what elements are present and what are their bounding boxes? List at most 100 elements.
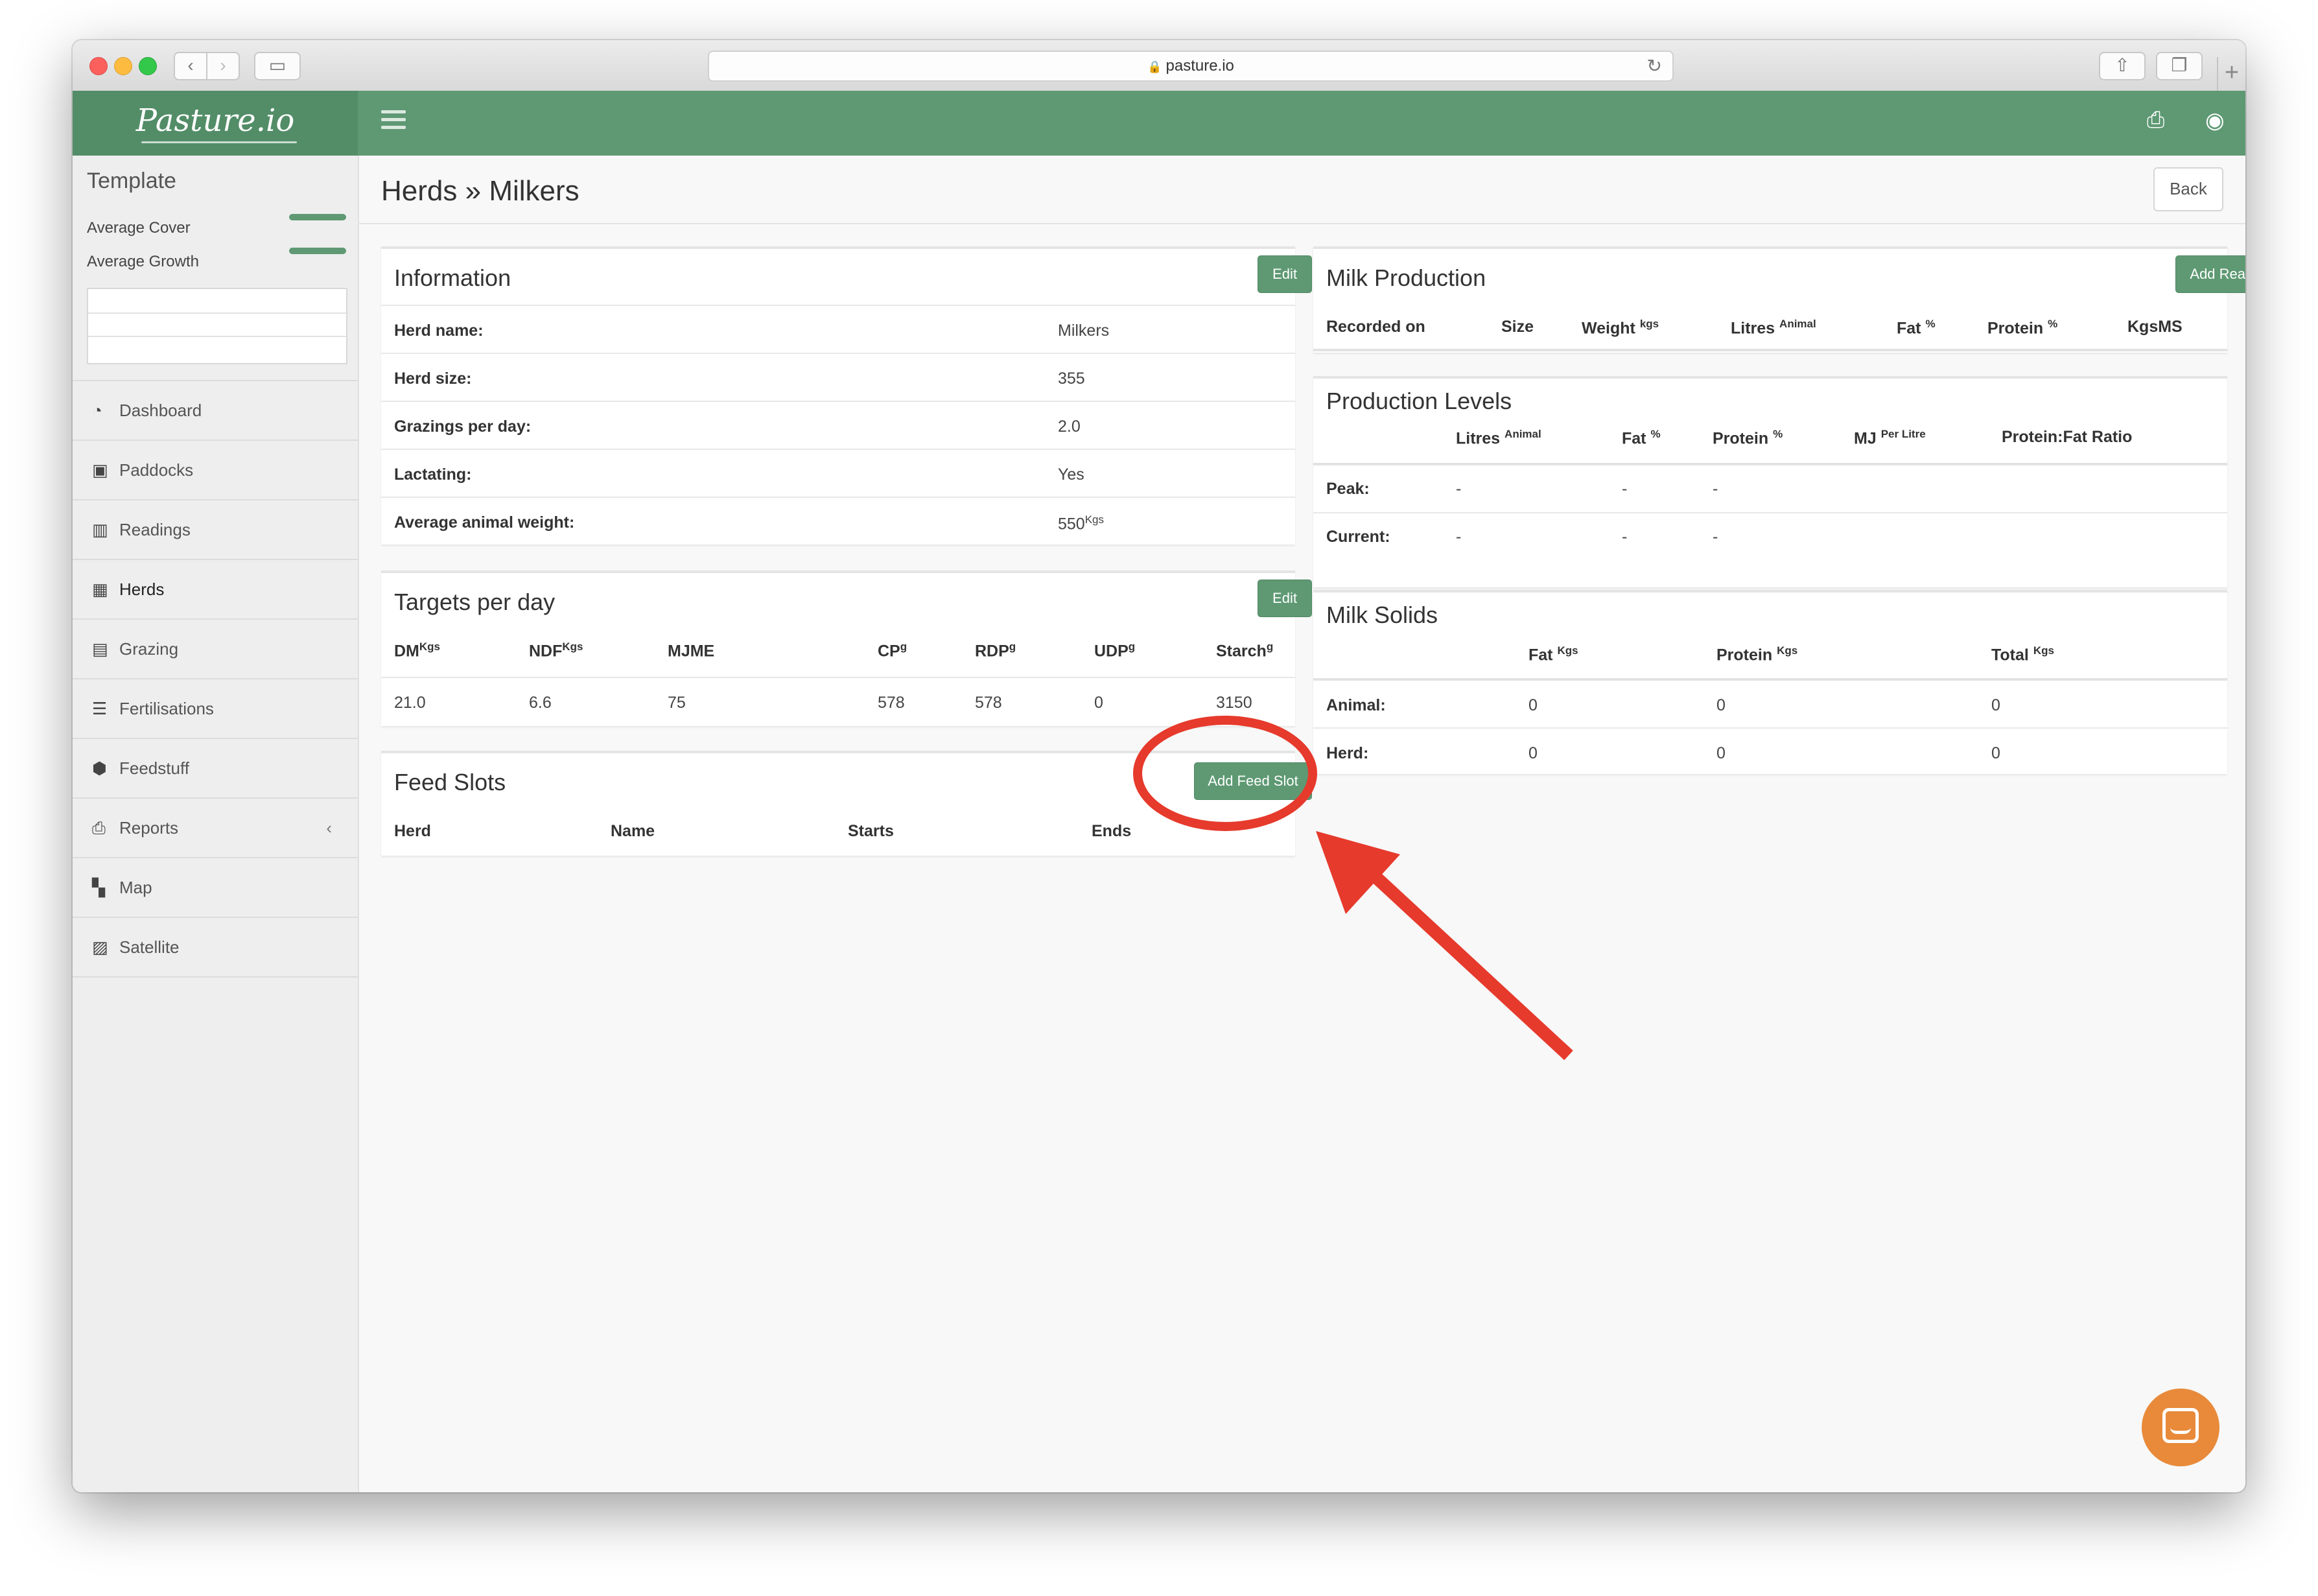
- header-name: Recorded on: [1326, 318, 1425, 336]
- target-value: 578: [878, 694, 905, 712]
- info-row: Average animal weight: 550Kgs: [381, 497, 1295, 546]
- chevron-left-icon: ‹: [326, 818, 332, 838]
- edit-information-button[interactable]: Edit: [1258, 255, 1312, 293]
- header-unit: Kgs: [562, 640, 583, 653]
- sidebar-item-satellite[interactable]: ▨ Satellite: [73, 918, 358, 978]
- brand-swoosh: [141, 141, 297, 143]
- header-name: Size: [1501, 318, 1534, 336]
- box-divider: [88, 336, 346, 337]
- pl-value: -: [1622, 528, 1628, 546]
- sidebar: Template Average Cover Average Growth ◔ …: [73, 156, 359, 1492]
- targets-header-starch: Starchg: [1216, 640, 1273, 661]
- header-name: KgsMS: [2127, 318, 2183, 336]
- header-unit: kgs: [1639, 318, 1659, 330]
- ms-value: 0: [1991, 696, 2000, 714]
- ms-row-label: Herd:: [1326, 744, 1369, 762]
- pl-row-current: Current: - - -: [1313, 512, 2227, 561]
- mp-header-litres: Litres Animal: [1731, 318, 1816, 338]
- sidebar-item-reports[interactable]: ⎙ Reports ‹: [73, 799, 358, 858]
- share-icon: ⇧: [2114, 55, 2130, 75]
- add-reading-button[interactable]: Add Reading: [2175, 255, 2245, 293]
- address-bar[interactable]: 🔒 pasture.io ↻: [708, 51, 1674, 82]
- box-divider: [88, 312, 346, 314]
- header-unit: %: [1650, 428, 1661, 440]
- sidebar-item-feedstuff[interactable]: ⬢ Feedstuff: [73, 739, 358, 799]
- sidebar-item-map[interactable]: ▚ Map: [73, 858, 358, 918]
- target-value: 21.0: [394, 694, 426, 712]
- info-value: 355: [1058, 370, 1085, 388]
- sidebar-item-dashboard[interactable]: ◔ Dashboard: [73, 381, 358, 441]
- header-name: Litres: [1731, 319, 1775, 338]
- header-unit: %: [2048, 318, 2058, 330]
- print-icon[interactable]: ⎙: [2147, 108, 2164, 133]
- user-icon[interactable]: ◉: [2205, 108, 2225, 134]
- pl-header-mj: MJ Per Litre: [1854, 428, 1926, 448]
- weight-value: 550: [1058, 515, 1085, 534]
- information-panel: Information Edit Herd name: Milkers Herd…: [381, 246, 1312, 546]
- pl-header-fat: Fat %: [1622, 428, 1661, 448]
- chat-widget-button[interactable]: [2142, 1389, 2219, 1466]
- info-label: Lactating:: [394, 465, 472, 484]
- sidebar-item-fertilisations[interactable]: ☰ Fertilisations: [73, 679, 358, 739]
- sidebar-item-label: Herds: [119, 580, 165, 599]
- milk-solids-panel: Milk Solids Fat Kgs Protein Kgs Total Kg…: [1313, 590, 2227, 774]
- average-growth-label: Average Growth: [87, 253, 199, 270]
- breadcrumb-herds[interactable]: Herds: [381, 175, 457, 207]
- back-button[interactable]: Back: [2153, 167, 2223, 211]
- brand-logo[interactable]: Pasture.io: [73, 91, 358, 156]
- info-label: Grazings per day:: [394, 417, 532, 436]
- brand-name: Pasture.io: [135, 102, 295, 139]
- mp-header-weight: Weight kgs: [1582, 318, 1659, 338]
- minimize-window-button[interactable]: [114, 57, 132, 75]
- header-name: Protein: [1987, 319, 2044, 338]
- mp-header-recorded: Recorded on: [1326, 318, 1425, 336]
- pl-row-label: Current:: [1326, 528, 1390, 546]
- zoom-window-button[interactable]: [139, 57, 157, 75]
- milk-production-title: Milk Production: [1326, 264, 1486, 291]
- target-value: 0: [1094, 694, 1103, 712]
- sidebar-item-grazing[interactable]: ▤ Grazing: [73, 620, 358, 679]
- header-unit: Per Litre: [1880, 428, 1926, 440]
- target-value: 75: [668, 694, 686, 712]
- sidebar-item-label: Fertilisations: [119, 699, 214, 718]
- menu-toggle-button[interactable]: [381, 110, 406, 134]
- share-button[interactable]: ⇧: [2099, 52, 2146, 80]
- header-name: Weight: [1582, 319, 1635, 338]
- url-text: pasture.io: [1165, 57, 1234, 75]
- reload-icon[interactable]: ↻: [1647, 52, 1662, 80]
- header-name: RDP: [975, 642, 1009, 661]
- header-name: Fat: [1622, 429, 1646, 448]
- list-icon: ☰: [92, 699, 108, 718]
- average-cover-label: Average Cover: [87, 219, 191, 237]
- highlight-circle: [1133, 716, 1317, 831]
- feed-header-ends: Ends: [1092, 822, 1132, 840]
- close-window-button[interactable]: [89, 57, 108, 75]
- mp-divider: [1313, 349, 2227, 355]
- page-header: Herds » Milkers: [358, 156, 2245, 224]
- info-label: Herd name:: [394, 322, 484, 340]
- template-title: Template: [87, 169, 176, 193]
- sidebar-item-paddocks[interactable]: ▣ Paddocks: [73, 441, 358, 500]
- sidebar-item-label: Paddocks: [119, 460, 194, 480]
- info-row: Herd name: Milkers: [381, 305, 1295, 354]
- header-name: Fat: [1528, 646, 1553, 664]
- header-unit: %: [1773, 428, 1783, 440]
- header-unit: g: [1266, 640, 1274, 653]
- pl-row-peak: Peak: - - -: [1313, 463, 2227, 513]
- cubes-icon: ⬢: [92, 758, 107, 778]
- sidebar-item-readings[interactable]: ▥ Readings: [73, 500, 358, 560]
- pl-value: -: [1622, 480, 1628, 498]
- browser-back-button[interactable]: ‹: [174, 52, 207, 80]
- production-levels-panel: Production Levels Litres Animal Fat % Pr…: [1313, 376, 2227, 587]
- new-tab-button[interactable]: +: [2217, 57, 2245, 91]
- tab-overview-button[interactable]: ❐: [2156, 52, 2203, 80]
- hamburger-icon: [381, 110, 406, 113]
- browser-sidebar-button[interactable]: ▭: [254, 52, 301, 80]
- sidebar-item-herds[interactable]: ▦ Herds: [73, 560, 358, 620]
- average-cover-bar: [289, 214, 346, 220]
- header-name: DM: [394, 642, 419, 661]
- feed-header-herd: Herd: [394, 822, 431, 840]
- edit-targets-button[interactable]: Edit: [1258, 580, 1312, 617]
- browser-forward-button[interactable]: ›: [206, 52, 240, 80]
- hamburger-line: [381, 118, 406, 121]
